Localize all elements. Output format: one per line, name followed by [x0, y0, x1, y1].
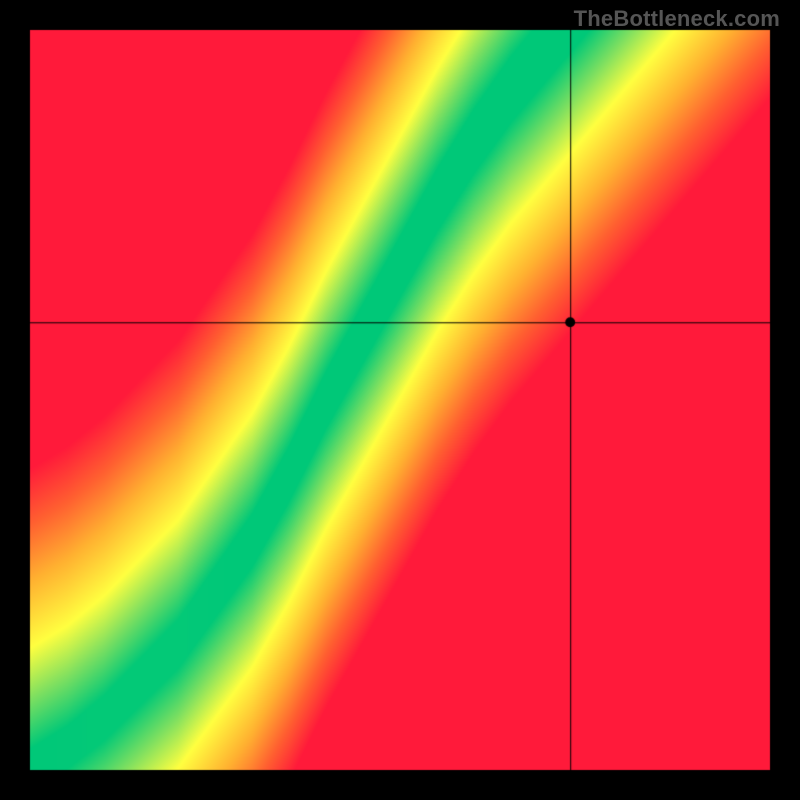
- attribution-label: TheBottleneck.com: [574, 6, 780, 32]
- chart-container: TheBottleneck.com: [0, 0, 800, 800]
- heatmap-canvas: [0, 0, 800, 800]
